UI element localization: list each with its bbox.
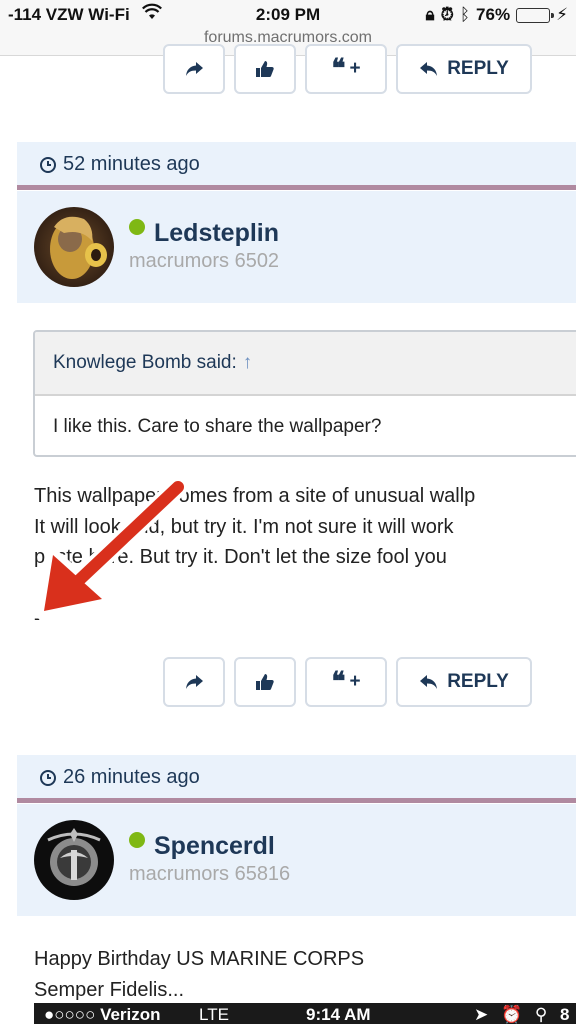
quote-icon: ❝ (331, 54, 346, 84)
user-title: macrumors 6502 (129, 250, 280, 272)
multiquote-button[interactable]: ❝ + (305, 657, 387, 707)
post-actions: ❝ + REPLY (163, 657, 532, 707)
reply-arrow-icon (420, 675, 438, 689)
post-actions-top: ❝ + REPLY (163, 44, 532, 94)
avatar[interactable] (34, 207, 114, 287)
bluetooth-icon: ᛒ (459, 5, 471, 24)
clock-icon (40, 769, 56, 786)
jump-to-quoted-icon[interactable]: ↑ (243, 352, 253, 374)
embedded-screenshot-image: ●○○○○ Verizon LTE 9:14 AM ➤ ⏰ ⚲ 8 (34, 1003, 576, 1024)
orientation-lock-icon: 🔒︎ (425, 5, 435, 24)
reply-arrow-icon (420, 62, 438, 76)
multiquote-button[interactable]: ❝ + (305, 44, 387, 94)
share-button[interactable] (163, 657, 225, 707)
clock-icon (40, 156, 56, 173)
user-title: macrumors 65816 (129, 863, 291, 885)
charging-icon: ⚡︎ (556, 5, 568, 24)
post-divider (17, 185, 576, 190)
post-timestamp[interactable]: 52 minutes ago (17, 142, 576, 187)
thumbs-up-icon (256, 61, 274, 77)
thumbs-up-icon (256, 674, 274, 690)
reply-button[interactable]: REPLY (396, 44, 532, 94)
alarm-icon: ⏰︎ (440, 5, 454, 24)
annotation-arrow-icon (36, 477, 188, 619)
post-author-block: Spencerdl macrumors 65816 (17, 804, 576, 916)
quote-attribution[interactable]: Knowlege Bomb said: ↑ (35, 332, 576, 396)
quote-block: Knowlege Bomb said: ↑ I like this. Care … (33, 330, 576, 457)
post-body: Happy Birthday US MARINE CORPS Semper Fi… (34, 948, 365, 1001)
share-icon (186, 675, 203, 689)
quote-icon: ❝ (331, 667, 346, 697)
online-status-indicator (129, 219, 145, 235)
online-status-indicator (129, 832, 145, 848)
share-icon (186, 62, 203, 76)
reply-button[interactable]: REPLY (396, 657, 532, 707)
share-button[interactable] (163, 44, 225, 94)
quote-text: I like this. Care to share the wallpaper… (53, 415, 382, 437)
post-author-block: Ledsteplin macrumors 6502 (17, 191, 576, 303)
post-divider (17, 798, 576, 803)
avatar[interactable] (34, 820, 114, 900)
username-link[interactable]: Spencerdl (154, 832, 275, 861)
post-timestamp[interactable]: 26 minutes ago (17, 755, 576, 800)
battery-percent: 76% (476, 5, 511, 24)
username-link[interactable]: Ledsteplin (154, 219, 279, 248)
like-button[interactable] (234, 657, 296, 707)
like-button[interactable] (234, 44, 296, 94)
battery-icon (516, 7, 555, 23)
